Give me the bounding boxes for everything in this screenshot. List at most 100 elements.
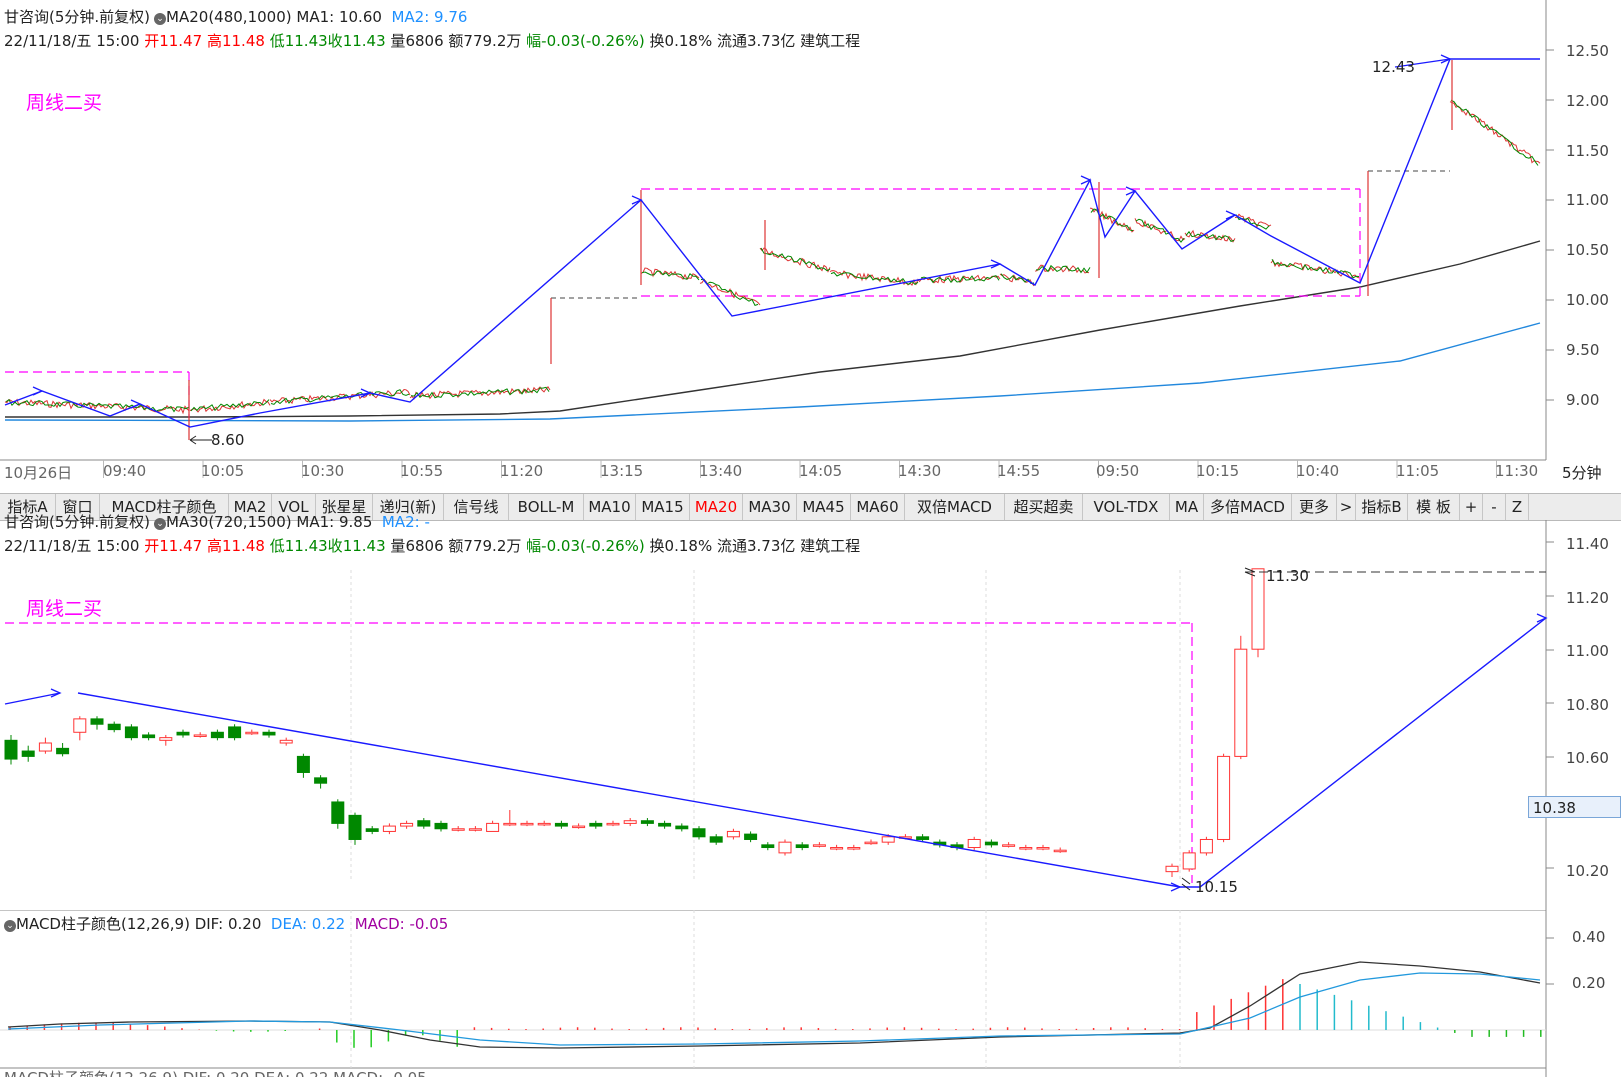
amount-value: 779.2万 (463, 537, 522, 555)
y-tick-label: 12.50 (1566, 42, 1609, 60)
y-tick-label: 10.20 (1566, 862, 1609, 880)
sub-candle-chart[interactable] (0, 520, 1621, 910)
close-label: 收 (327, 32, 343, 50)
y-tick-label: 10.00 (1566, 291, 1609, 309)
toolbar-item[interactable]: 信号线 (444, 494, 509, 520)
time-label: 14:55 (997, 462, 1041, 480)
time-label: 13:40 (699, 462, 743, 480)
trend-arrows (50, 567, 1548, 892)
toolbar-item[interactable]: MA20 (690, 494, 743, 520)
time-label: 10:55 (400, 462, 444, 480)
candle-body (864, 841, 878, 845)
toolbar-item[interactable]: MA45 (797, 494, 851, 520)
price-trace-segment (1089, 207, 1135, 233)
amount-label: 额 (448, 32, 464, 50)
period-selector[interactable]: 5分钟 (1562, 462, 1602, 483)
candle-body (881, 836, 895, 843)
trend-lines (77, 617, 1547, 888)
float-cap: 流通3.73亿 (716, 32, 796, 50)
change-label: 幅 (526, 32, 542, 50)
ma-params[interactable]: MA30(720,1500) (166, 513, 292, 531)
candle-body (400, 822, 414, 827)
toolbar-item[interactable]: 更多 (1292, 494, 1337, 520)
toolbar-item[interactable]: + (1460, 494, 1483, 520)
macd-title[interactable]: MACD柱子颜色(12,26,9) (16, 915, 190, 933)
toolbar-item[interactable]: 模 板 (1408, 494, 1460, 520)
macd-header: ⌄ MACD柱子颜色(12,26,9) DIF: 0.20 DEA: 0.22 M… (4, 913, 448, 934)
ma-params[interactable]: MA20(480,1000) (166, 8, 292, 26)
main-chart-panel[interactable]: 甘咨询(5分钟.前复权) ⌄ MA20(480,1000) MA1: 10.60 M… (0, 0, 1621, 493)
y-tick-label: 11.50 (1566, 142, 1609, 160)
toolbar-item[interactable]: 指标B (1356, 494, 1408, 520)
pivot-box-right (641, 188, 1361, 297)
macd-chart[interactable] (0, 910, 1621, 1077)
stock-name[interactable]: 甘咨询(5分钟.前复权) (4, 8, 150, 26)
y-tick-label: 10.80 (1566, 696, 1609, 714)
y-tick-label: 9.00 (1566, 391, 1600, 409)
low-value: 11.43 (284, 32, 328, 50)
candle-body (606, 822, 620, 826)
candle-body (916, 836, 930, 840)
time-label: 10月26日 (4, 464, 73, 482)
stock-name[interactable]: 甘咨询(5分钟.前复权) (4, 513, 150, 531)
toolbar-item[interactable]: MA60 (851, 494, 905, 520)
volume-value: 6806 (405, 537, 444, 555)
low-price-label: 10.15 (1195, 878, 1238, 896)
chart-header-line1: 甘咨询(5分钟.前复权) ⌄ MA20(480,1000) MA1: 10.60 M… (4, 6, 467, 27)
chart-header-line2: 22/11/18/五 15:00 开11.47 高11.48 低11.43收11… (4, 30, 860, 51)
candle-body (640, 820, 654, 824)
candle-body (314, 777, 328, 784)
indicator-circle-icon[interactable]: ⌄ (154, 518, 167, 530)
high-value: 11.48 (221, 537, 265, 555)
candle-body (348, 814, 362, 840)
toolbar-item[interactable]: MA30 (743, 494, 797, 520)
toolbar-item[interactable]: Z (1506, 494, 1529, 520)
candle-body (1053, 849, 1067, 853)
candle-body (709, 836, 723, 843)
volume-label: 量 (390, 537, 406, 555)
candle-body (554, 822, 568, 827)
trend-arrow (990, 259, 1002, 269)
low-label: 低 (269, 32, 285, 50)
time-label: 09:50 (1096, 462, 1140, 480)
toolbar-item[interactable]: 多倍MACD (1204, 494, 1292, 520)
sub-chart-panel[interactable]: 甘咨询(5分钟.前复权) ⌄ MA30(720,1500) MA1: 9.85 MA… (0, 513, 1621, 910)
macd-panel[interactable]: ⌄ MACD柱子颜色(12,26,9) DIF: 0.20 DEA: 0.22 M… (0, 910, 1621, 1077)
trend-arrow (631, 195, 643, 205)
toolbar-item[interactable]: BOLL-M (509, 494, 584, 520)
low-arrow-icon (189, 435, 212, 445)
candle-body (589, 822, 603, 827)
candle-body (675, 825, 689, 830)
toolbar-item[interactable]: MA (1170, 494, 1204, 520)
toolbar-item[interactable]: - (1483, 494, 1506, 520)
turnover: 换0.18% (649, 32, 713, 50)
candle-body (537, 822, 551, 826)
toolbar-item[interactable]: VOL-TDX (1083, 494, 1170, 520)
toolbar-item[interactable]: 超买超卖 (1005, 494, 1083, 520)
y-tick-marks (1546, 541, 1554, 869)
candle-body (503, 822, 517, 826)
toolbar-item[interactable]: MA15 (636, 494, 690, 520)
indicator-circle-icon[interactable]: ⌄ (4, 920, 16, 932)
candle-body (778, 841, 792, 854)
y-tick-label: 11.40 (1566, 535, 1609, 553)
volume-value: 6806 (405, 32, 444, 50)
candle-body (262, 731, 276, 736)
toolbar-item[interactable]: 双倍MACD (905, 494, 1005, 520)
toolbar-item[interactable]: > (1337, 494, 1356, 520)
y-tick-label: 0.40 (1572, 928, 1606, 946)
candle-body (228, 726, 242, 739)
time-label: 11:20 (500, 462, 544, 480)
candle-body (812, 844, 826, 847)
y-tick-label: 11.20 (1566, 589, 1609, 607)
price-trace-segment (700, 278, 759, 307)
high-price-label: 12.43 (1372, 58, 1415, 76)
y-tick-marks (1546, 49, 1554, 401)
time-label: 10:40 (1296, 462, 1340, 480)
indicator-circle-icon[interactable]: ⌄ (154, 13, 167, 25)
price-trace (4, 60, 1541, 440)
low-value: 11.43 (284, 537, 328, 555)
change-label: 幅 (526, 537, 542, 555)
toolbar-item[interactable]: MA10 (584, 494, 636, 520)
time-label: 13:15 (600, 462, 644, 480)
